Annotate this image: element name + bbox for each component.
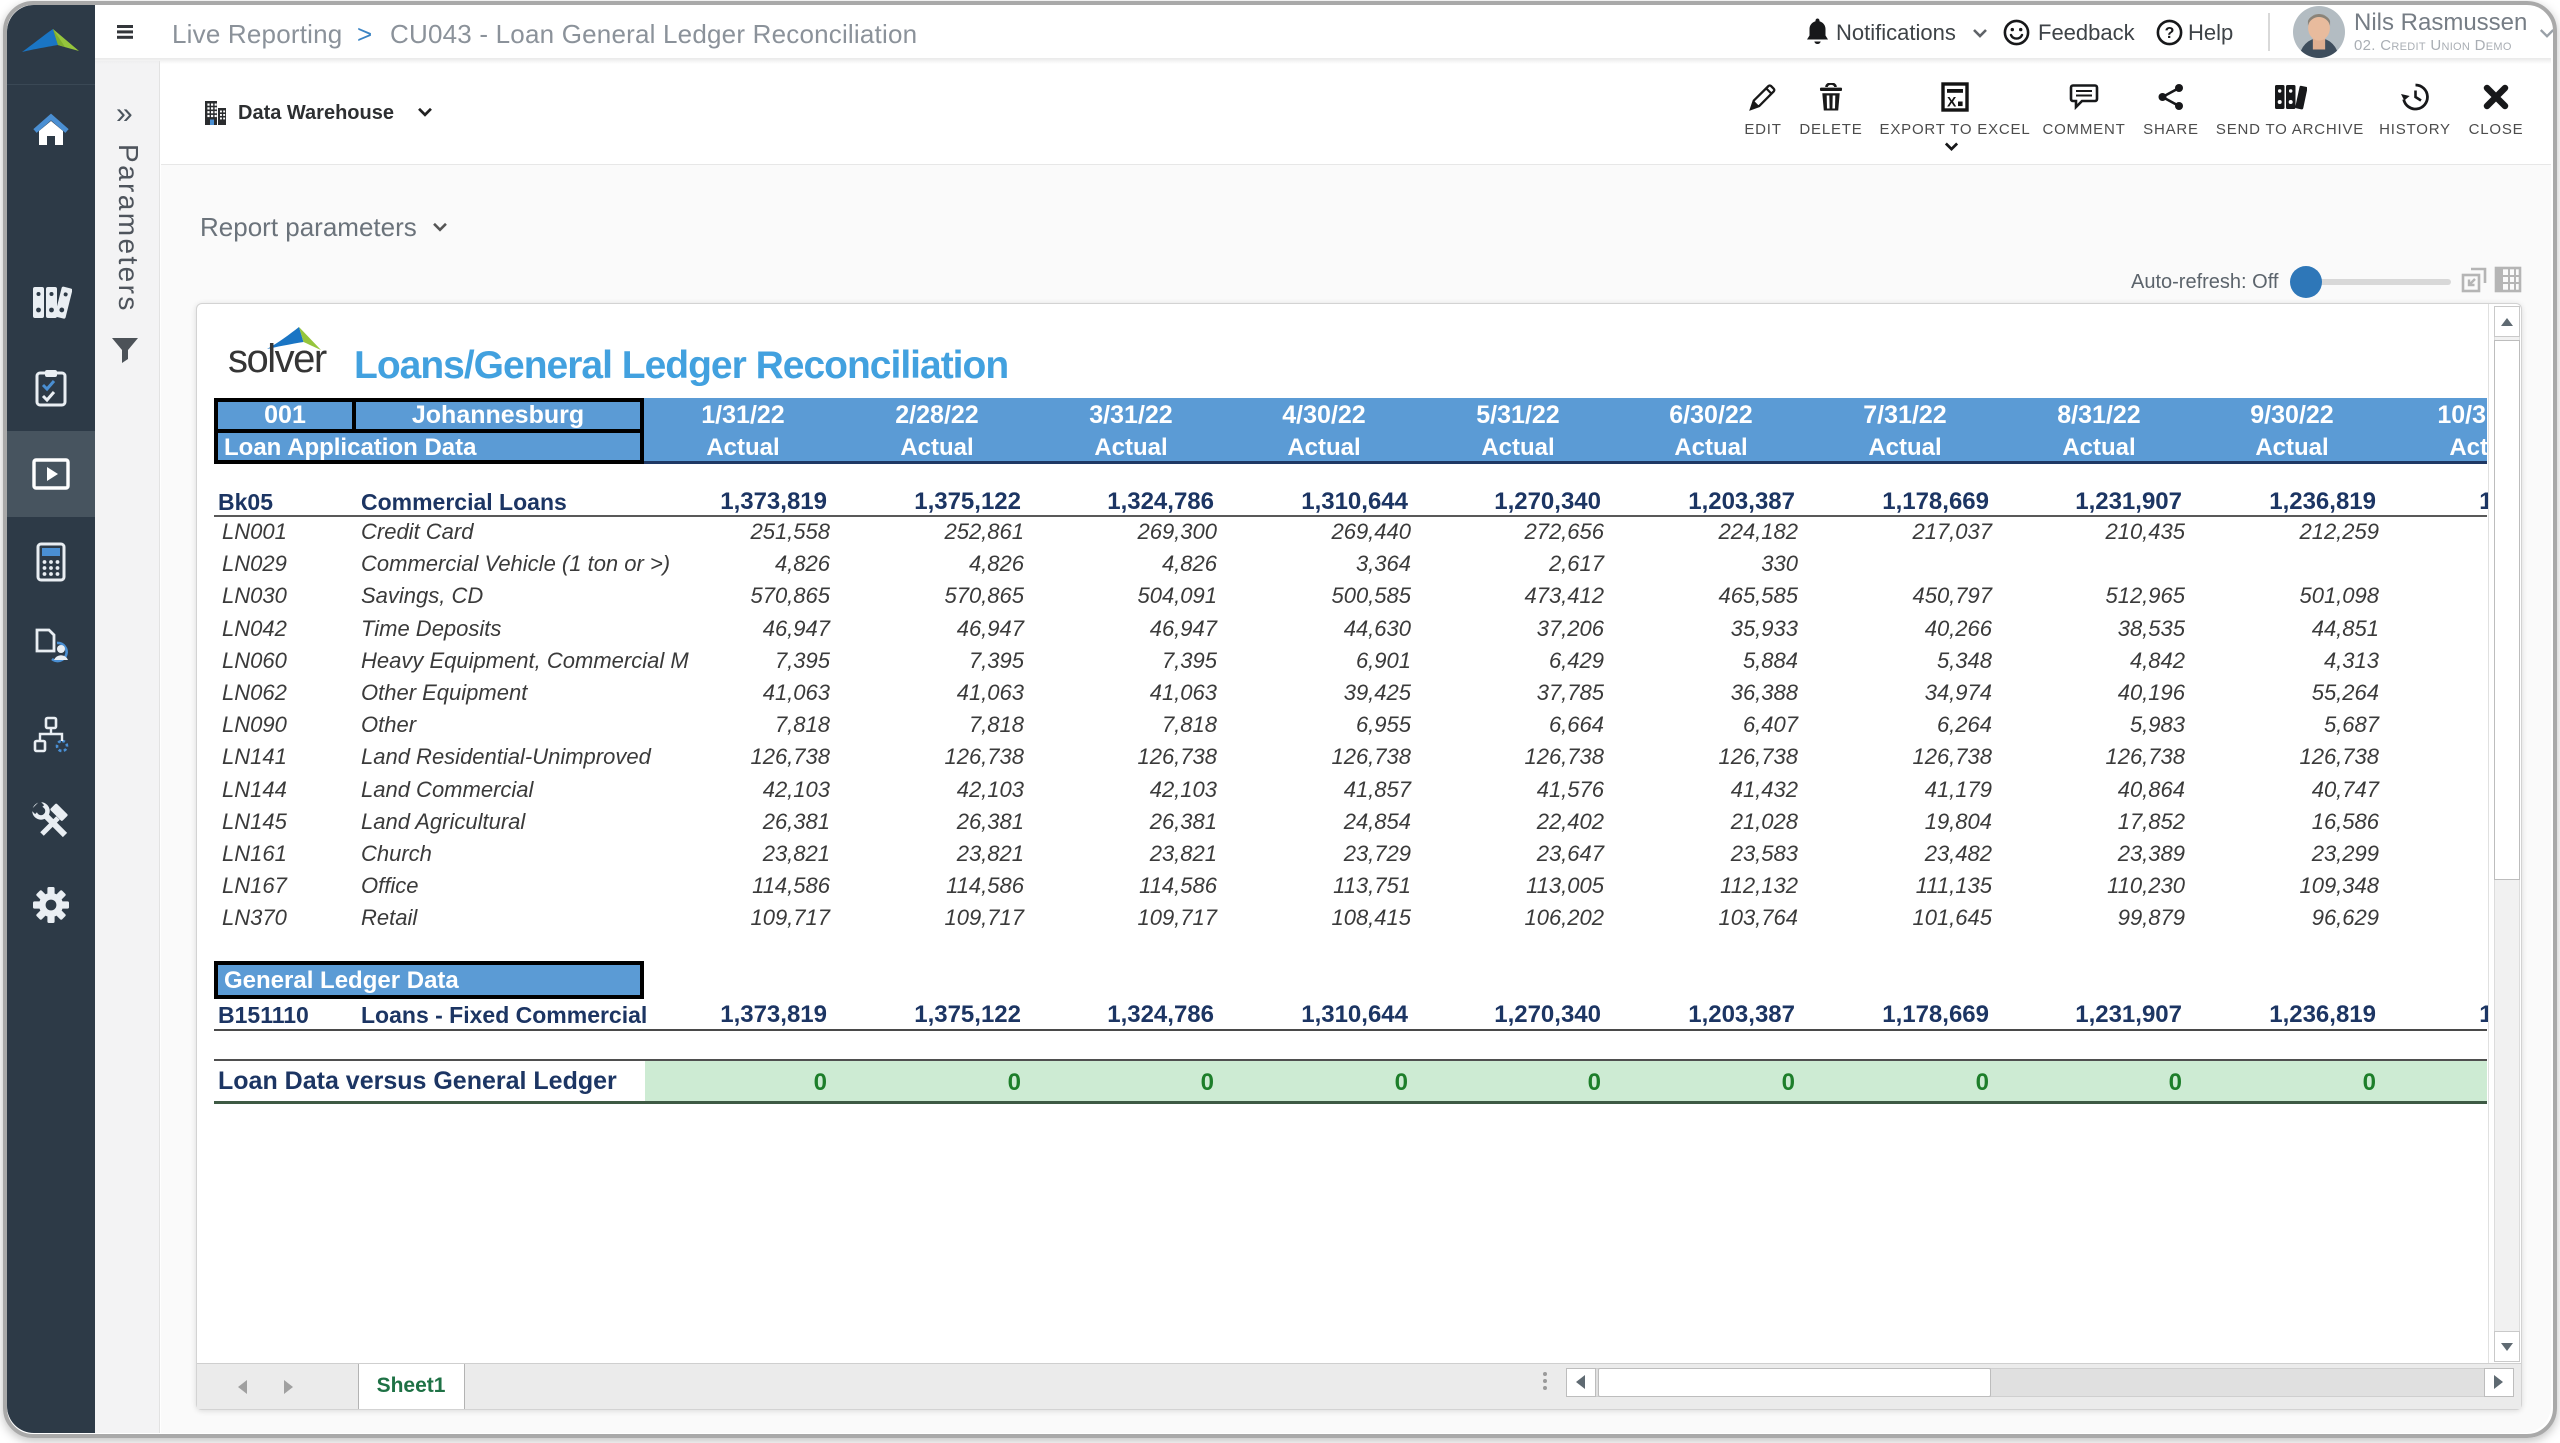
svg-text:X: X [1947, 94, 1957, 110]
svg-text:?: ? [2165, 25, 2175, 42]
